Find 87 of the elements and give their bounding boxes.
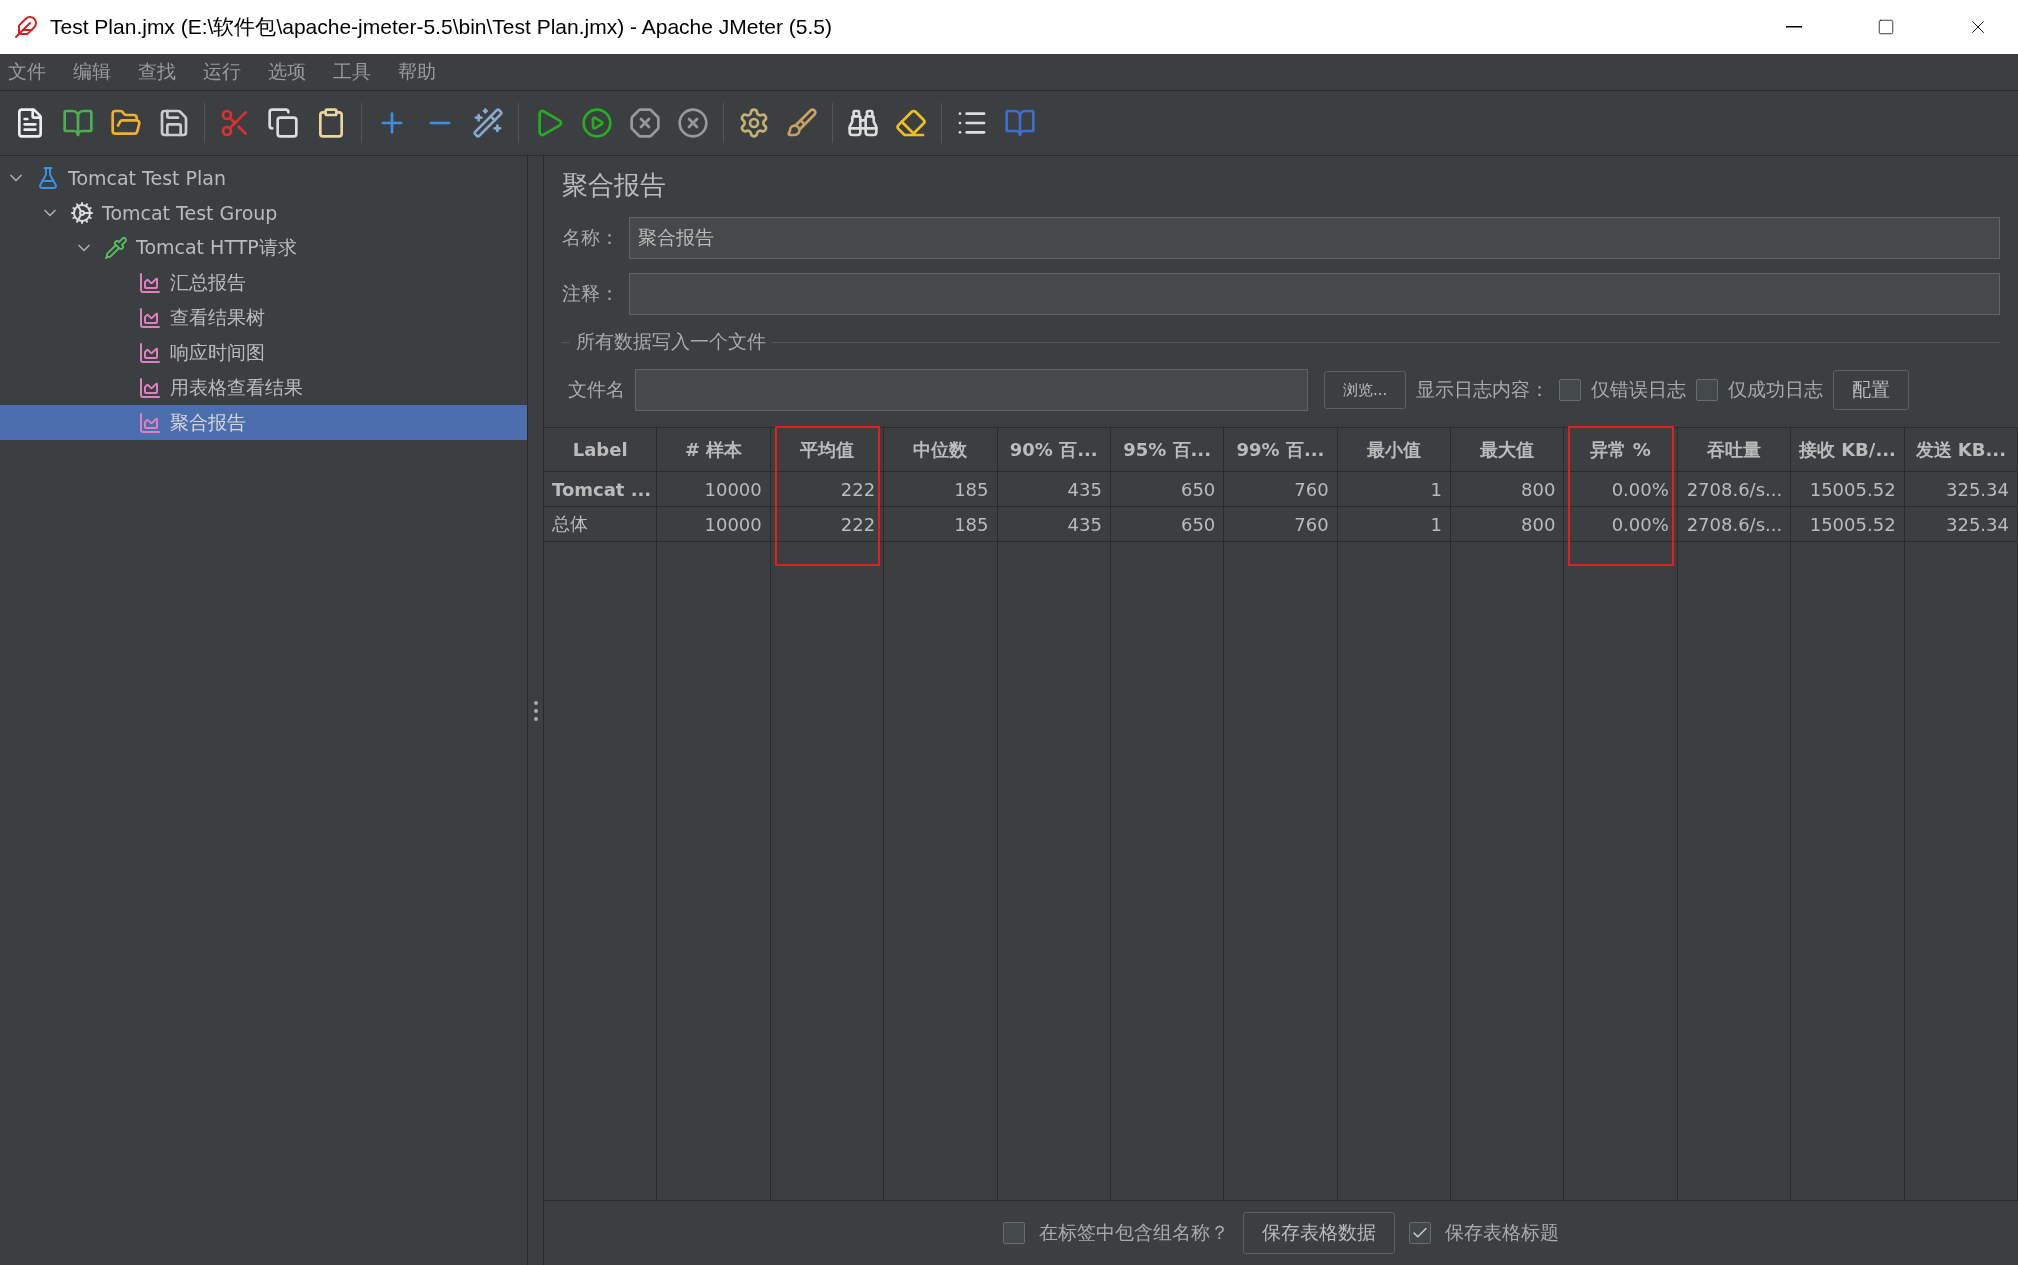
checkbox[interactable]: [1696, 379, 1719, 401]
tree-item[interactable]: 聚合报告: [0, 405, 527, 440]
column-header[interactable]: 吞吐量: [1677, 428, 1792, 472]
field-label: 名称：: [562, 225, 619, 250]
checkbox-label: 在标签中包含组名称？: [1039, 1220, 1229, 1245]
config-button[interactable]: 配置: [1833, 370, 1910, 410]
menu-item[interactable]: 文件: [4, 59, 59, 85]
table-cell: 0.00%: [1564, 507, 1678, 542]
filename-field[interactable]: [635, 369, 1308, 411]
save-table-button[interactable]: 保存表格数据: [1243, 1212, 1395, 1254]
table-cell: 0.00%: [1564, 472, 1678, 507]
tree-item[interactable]: 用表格查看结果: [0, 370, 527, 405]
table-cell: 2708.6/s...: [1677, 472, 1792, 507]
table-cell: 15005.52: [1791, 507, 1905, 542]
checkbox[interactable]: [1003, 1222, 1025, 1244]
window-title: Test Plan.jmx (E:\软件包\apache-jmeter-5.5\bin\Test Plan.jmx) - Apache JMeter (5.5): [50, 14, 833, 40]
column-header[interactable]: 90% 百...: [997, 428, 1111, 472]
table-cell: 10000: [657, 472, 771, 507]
tree-item[interactable]: Tomcat Test Group: [0, 195, 527, 230]
section-title: 所有数据写入一个文件: [576, 329, 766, 354]
chart-icon: [138, 305, 162, 330]
table-cell: 760: [1224, 507, 1338, 542]
table-cell: 800: [1451, 507, 1565, 542]
table-cell: 800: [1451, 472, 1565, 507]
table-cell: 650: [1110, 472, 1225, 507]
pipette-icon: [104, 235, 128, 260]
app-icon: [14, 15, 38, 39]
table-cell: 222: [770, 507, 885, 542]
column-header[interactable]: 最小值: [1337, 428, 1452, 472]
flask-icon: [36, 165, 60, 190]
menu-item[interactable]: 帮助: [394, 59, 449, 85]
checkbox-label: 保存表格标题: [1445, 1220, 1559, 1245]
field-label: 注释：: [562, 281, 619, 306]
table-cell: 325.34: [1904, 507, 2018, 542]
column-header[interactable]: 中位数: [884, 428, 998, 472]
tree-item[interactable]: 汇总报告: [0, 265, 527, 300]
table-cell: 325.34: [1904, 472, 2018, 507]
tree-item[interactable]: Tomcat Test Plan: [0, 160, 527, 195]
splitter-handle-icon[interactable]: [532, 698, 539, 723]
menu-item[interactable]: 查找: [134, 59, 189, 85]
panel-title: 聚合报告: [562, 169, 666, 202]
table-cell: 1: [1337, 472, 1452, 507]
tree-item[interactable]: 查看结果树: [0, 300, 527, 335]
menu-item[interactable]: 编辑: [69, 59, 124, 85]
tree-item[interactable]: 响应时间图: [0, 335, 527, 370]
column-header[interactable]: 最大值: [1451, 428, 1565, 472]
minimize-icon: [1786, 26, 1802, 28]
table-cell: 760: [1224, 472, 1338, 507]
table-cell: 15005.52: [1791, 472, 1905, 507]
chart-icon: [138, 270, 162, 295]
column-header[interactable]: 95% 百...: [1110, 428, 1225, 472]
gear-icon: [70, 200, 94, 225]
table-cell: 185: [884, 507, 998, 542]
column-header[interactable]: Label: [544, 428, 658, 472]
table-cell: 222: [770, 472, 885, 507]
field-label: 文件名: [568, 377, 625, 402]
column-header[interactable]: # 样本: [657, 428, 771, 472]
maximize-icon: [1877, 18, 1895, 36]
column-header[interactable]: 异常 %: [1564, 428, 1678, 472]
column-header[interactable]: 99% 百...: [1224, 428, 1338, 472]
chart-icon: [138, 375, 162, 400]
tree-item[interactable]: Tomcat HTTP请求: [0, 230, 527, 265]
name-field[interactable]: 聚合报告: [629, 217, 2000, 259]
checkbox[interactable]: [1409, 1222, 1431, 1244]
chart-icon: [138, 340, 162, 365]
log-label: 显示日志内容：: [1416, 377, 1550, 402]
menu-item[interactable]: 工具: [329, 59, 384, 85]
table-cell: 1: [1337, 507, 1452, 542]
checkbox[interactable]: [1559, 379, 1582, 401]
comment-field[interactable]: [629, 273, 2000, 315]
checkbox-label: 仅错误日志: [1591, 377, 1687, 402]
column-header[interactable]: 接收 KB/...: [1791, 428, 1905, 472]
table-cell: 总体: [544, 507, 658, 542]
table-cell: 185: [884, 472, 998, 507]
table-cell: 10000: [657, 507, 771, 542]
table-cell: 435: [997, 472, 1111, 507]
column-header[interactable]: 平均值: [770, 428, 885, 472]
menu-item[interactable]: 选项: [264, 59, 319, 85]
column-header[interactable]: 发送 KB...: [1904, 428, 2018, 472]
table-cell: 2708.6/s...: [1677, 507, 1792, 542]
table-cell: 435: [997, 507, 1111, 542]
browse-button[interactable]: 浏览...: [1324, 371, 1407, 409]
checkbox-label: 仅成功日志: [1728, 377, 1824, 402]
table-cell: 650: [1110, 507, 1225, 542]
table-cell: Tomcat ...: [544, 472, 658, 507]
menu-item[interactable]: 运行: [199, 59, 254, 85]
chart-icon: [138, 410, 162, 435]
